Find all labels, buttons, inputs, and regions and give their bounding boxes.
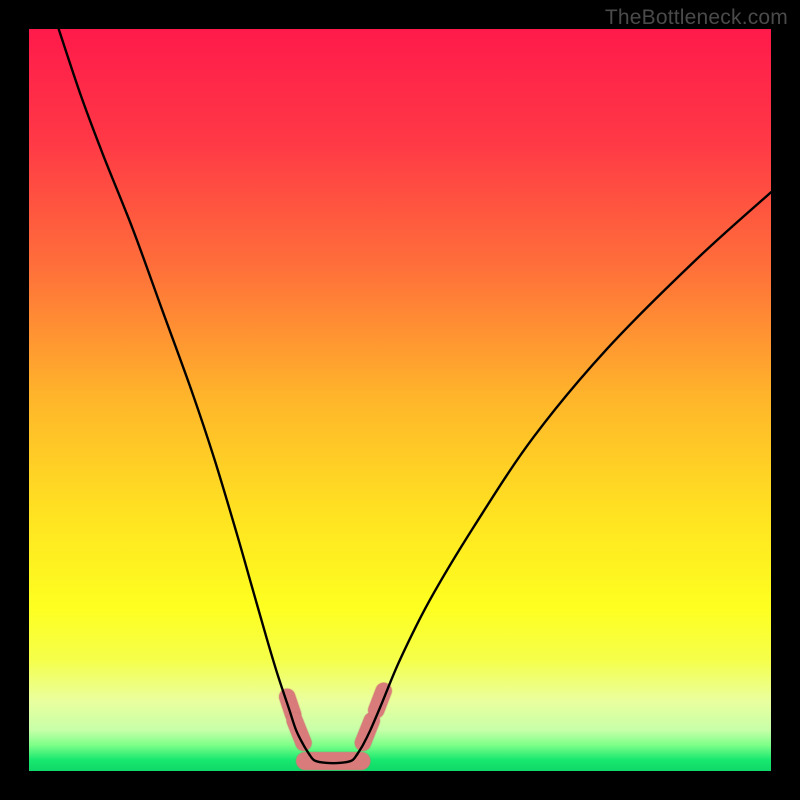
curve-left-branch <box>59 29 310 755</box>
plot-area <box>29 29 771 771</box>
chart-svg <box>29 29 771 771</box>
chart-frame: TheBottleneck.com <box>0 0 800 800</box>
watermark-text: TheBottleneck.com <box>605 6 788 30</box>
marker-layer <box>287 691 383 761</box>
curve-right-branch <box>357 192 771 754</box>
